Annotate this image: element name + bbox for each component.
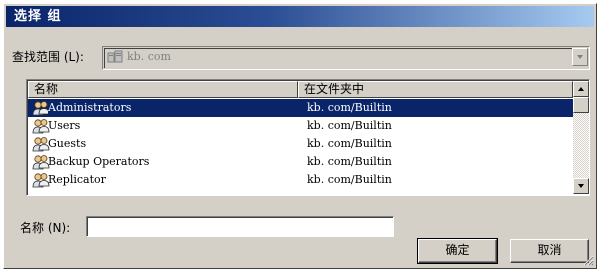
- column-header-folder[interactable]: 在文件夹中: [298, 81, 573, 98]
- row-folder: kb. com/Builtin: [307, 173, 392, 186]
- group-list[interactable]: 名称 在文件夹中 Administrators kb. com/Builtin: [26, 79, 590, 196]
- name-field-label: 名称 (N):: [20, 221, 71, 235]
- row-name: Administrators: [48, 100, 132, 115]
- dialog-title: 选择 组: [14, 9, 62, 24]
- vertical-scrollbar[interactable]: [573, 81, 589, 194]
- combobox-frame: [104, 48, 588, 68]
- scroll-thumb[interactable]: [573, 97, 589, 113]
- title-bar[interactable]: 选择 组: [6, 6, 594, 27]
- list-row-replicator[interactable]: Replicator kb. com/Builtin: [28, 171, 573, 189]
- list-row-backup-operators[interactable]: Backup Operators kb. com/Builtin: [28, 153, 573, 171]
- row-name: Replicator: [48, 173, 106, 186]
- scope-dropdown-button[interactable]: [572, 48, 588, 66]
- domain-icon: [107, 50, 123, 63]
- search-scope-label: 查找范围 (L):: [12, 50, 84, 64]
- chevron-up-icon: [578, 87, 584, 91]
- cancel-button[interactable]: 取消: [510, 239, 589, 263]
- row-name: Backup Operators: [48, 155, 150, 168]
- ok-button[interactable]: 确定: [417, 238, 498, 264]
- row-folder: kb. com/Builtin: [307, 119, 392, 132]
- row-name: Users: [48, 119, 81, 132]
- scroll-up-button[interactable]: [573, 81, 589, 97]
- row-folder: kb. com/Builtin: [307, 137, 392, 150]
- chevron-down-icon: [577, 55, 583, 59]
- search-scope-combobox[interactable]: kb. com: [102, 46, 590, 70]
- select-group-dialog: 选择 组 查找范围 (L): kb. com 名称 在文件夹中 Administ…: [3, 3, 597, 269]
- row-name: Guests: [48, 137, 87, 150]
- list-row-administrators[interactable]: Administrators kb. com/Builtin: [28, 99, 573, 117]
- name-input[interactable]: [86, 216, 394, 237]
- column-header-name[interactable]: 名称: [28, 81, 298, 98]
- search-scope-value: kb. com: [127, 50, 171, 63]
- resize-grip-icon[interactable]: [582, 254, 594, 266]
- scroll-down-button[interactable]: [573, 178, 589, 194]
- list-row-users[interactable]: Users kb. com/Builtin: [28, 117, 573, 135]
- chevron-down-icon: [578, 184, 584, 188]
- list-header: 名称 在文件夹中: [28, 81, 573, 98]
- list-row-guests[interactable]: Guests kb. com/Builtin: [28, 135, 573, 153]
- row-folder: kb. com/Builtin: [307, 100, 392, 115]
- row-folder: kb. com/Builtin: [307, 155, 392, 168]
